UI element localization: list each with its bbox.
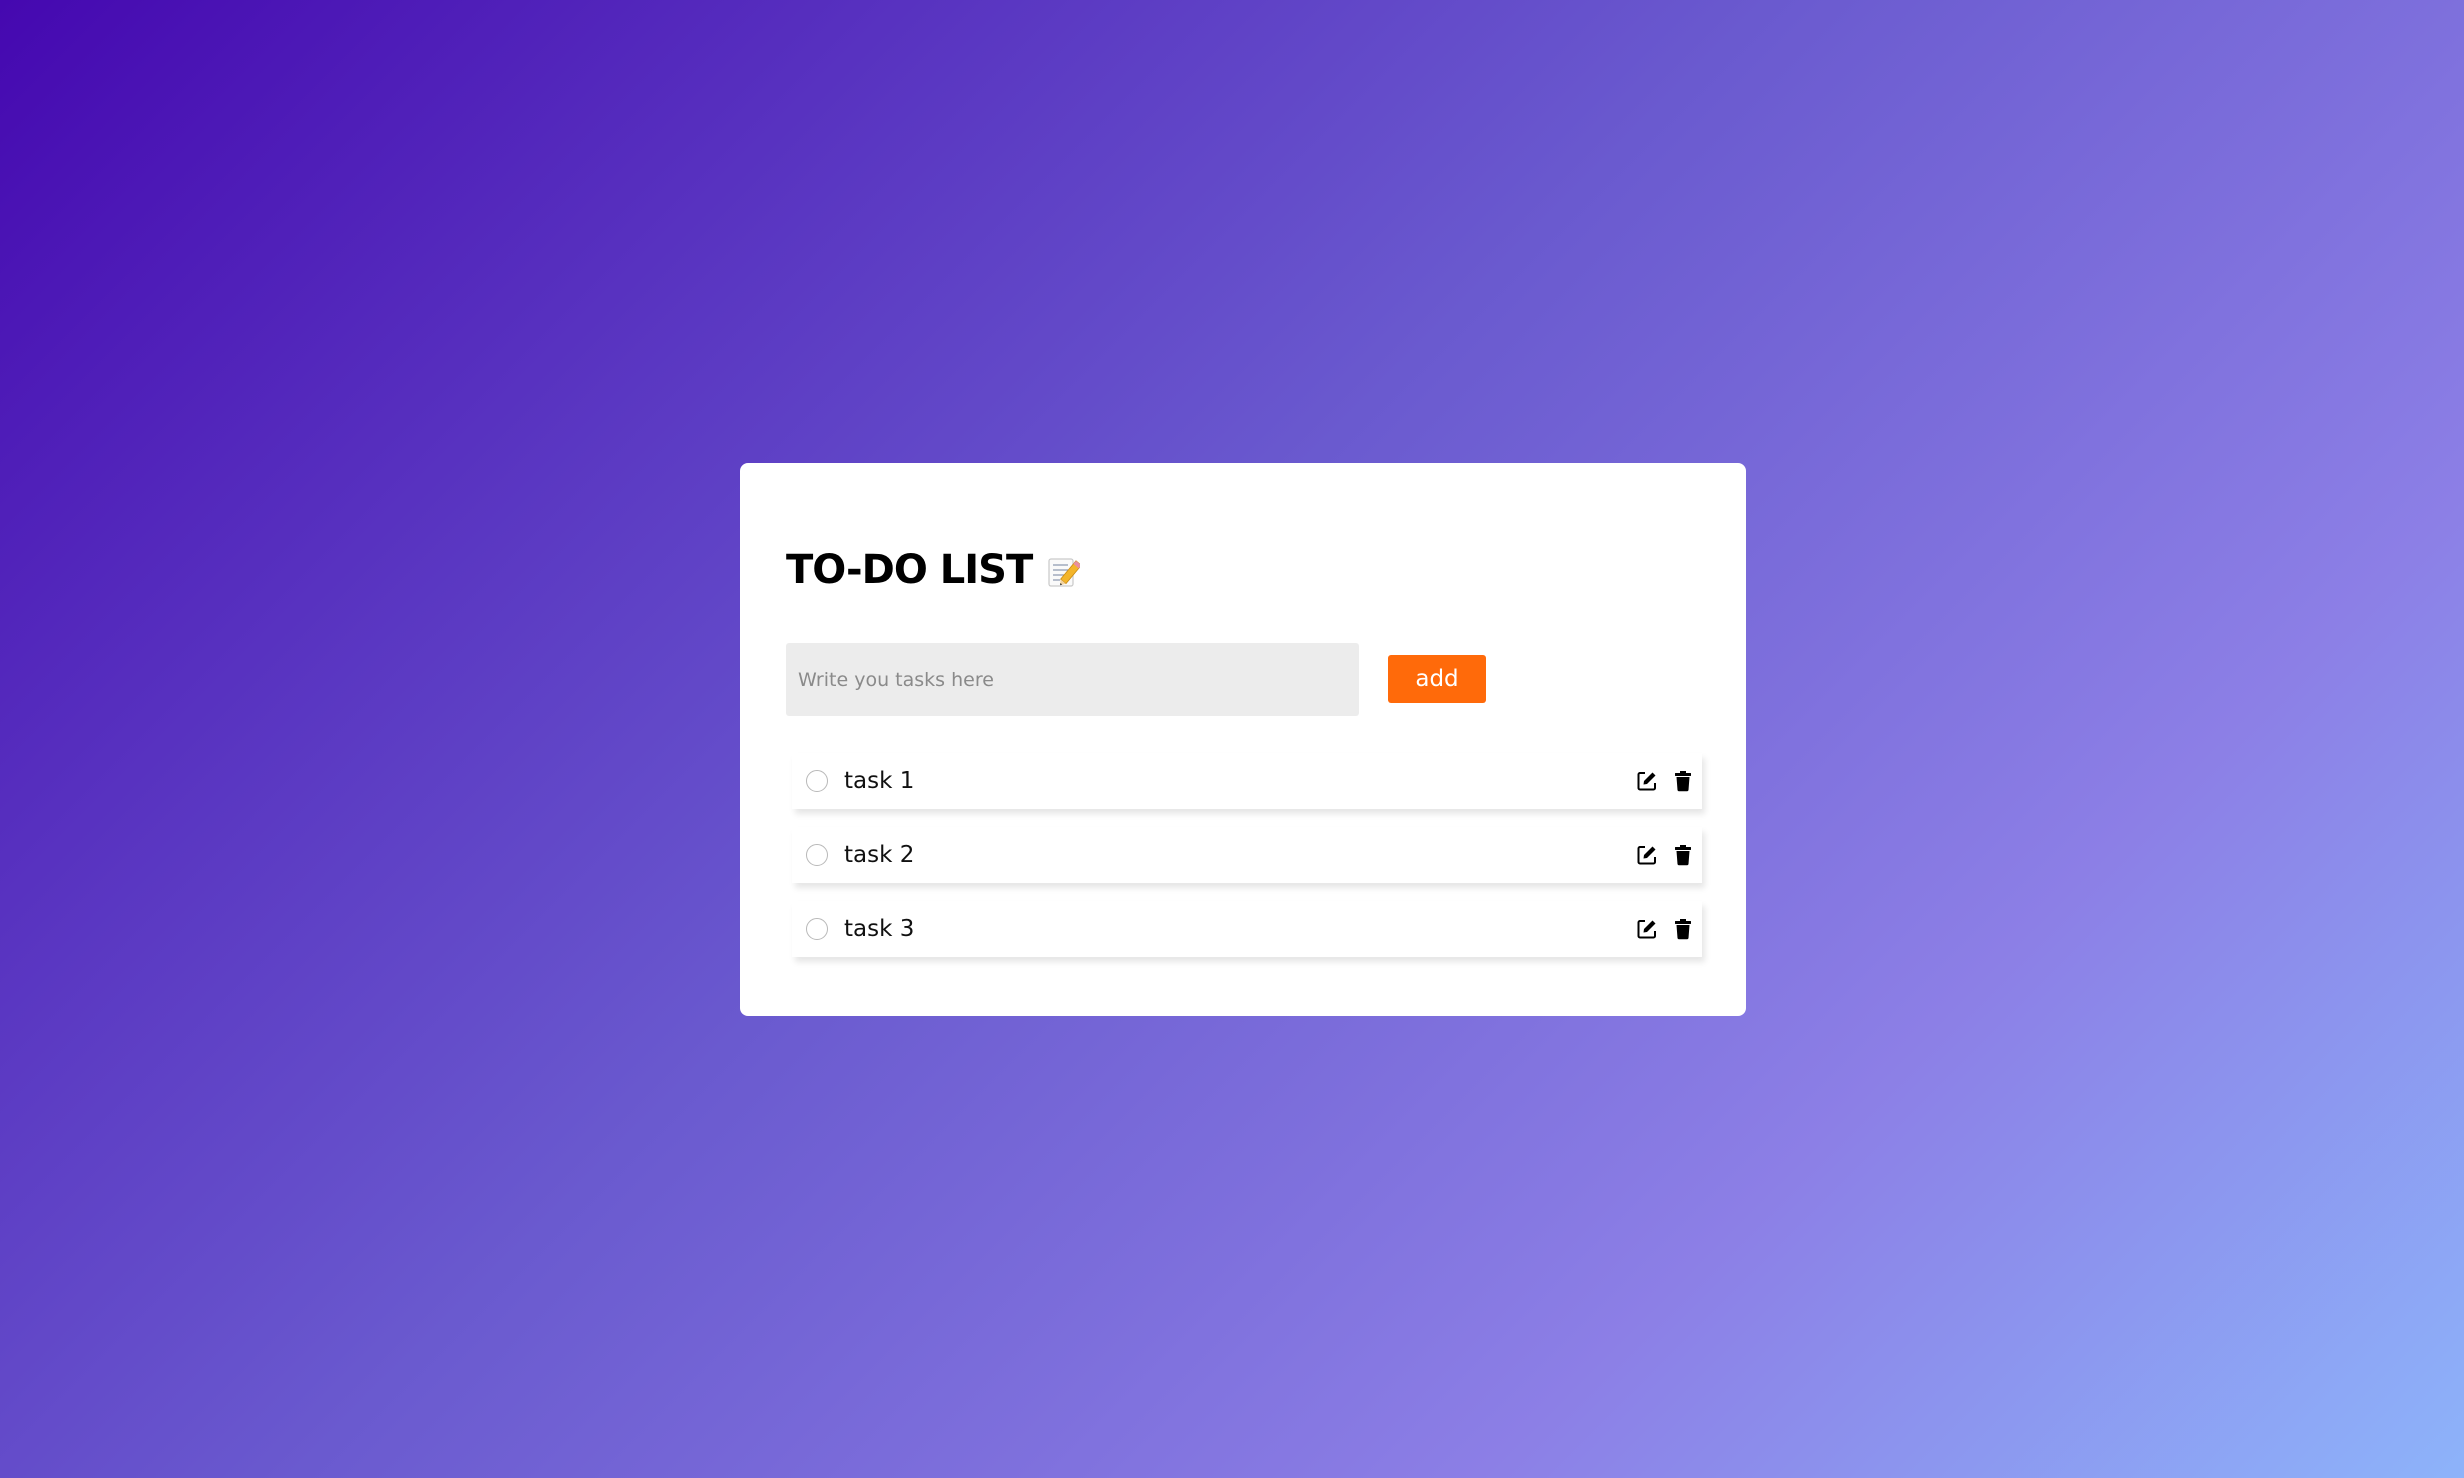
task-label: task 1: [844, 768, 915, 794]
task-actions: [1634, 753, 1696, 809]
task-item[interactable]: task 3: [792, 901, 1702, 957]
task-item[interactable]: task 2: [792, 827, 1702, 883]
task-item[interactable]: task 1: [792, 753, 1702, 809]
task-actions: [1634, 901, 1696, 957]
add-button[interactable]: add: [1388, 655, 1486, 703]
todo-card: TO-DO LIST add task 1: [740, 463, 1746, 1016]
trash-icon[interactable]: [1670, 916, 1696, 942]
task-checkbox[interactable]: [806, 844, 828, 866]
task-checkbox[interactable]: [806, 770, 828, 792]
edit-icon[interactable]: [1634, 916, 1660, 942]
edit-icon[interactable]: [1634, 842, 1660, 868]
task-actions: [1634, 827, 1696, 883]
task-label: task 3: [844, 916, 915, 942]
page-title-text: TO-DO LIST: [786, 547, 1033, 593]
task-label: task 2: [844, 842, 915, 868]
trash-icon[interactable]: [1670, 768, 1696, 794]
task-list: task 1 task 2 task 3: [792, 753, 1702, 975]
memo-pencil-icon: [1046, 553, 1083, 587]
task-checkbox[interactable]: [806, 918, 828, 940]
trash-icon[interactable]: [1670, 842, 1696, 868]
edit-icon[interactable]: [1634, 768, 1660, 794]
task-input[interactable]: [786, 643, 1359, 716]
page-title: TO-DO LIST: [786, 547, 1083, 593]
